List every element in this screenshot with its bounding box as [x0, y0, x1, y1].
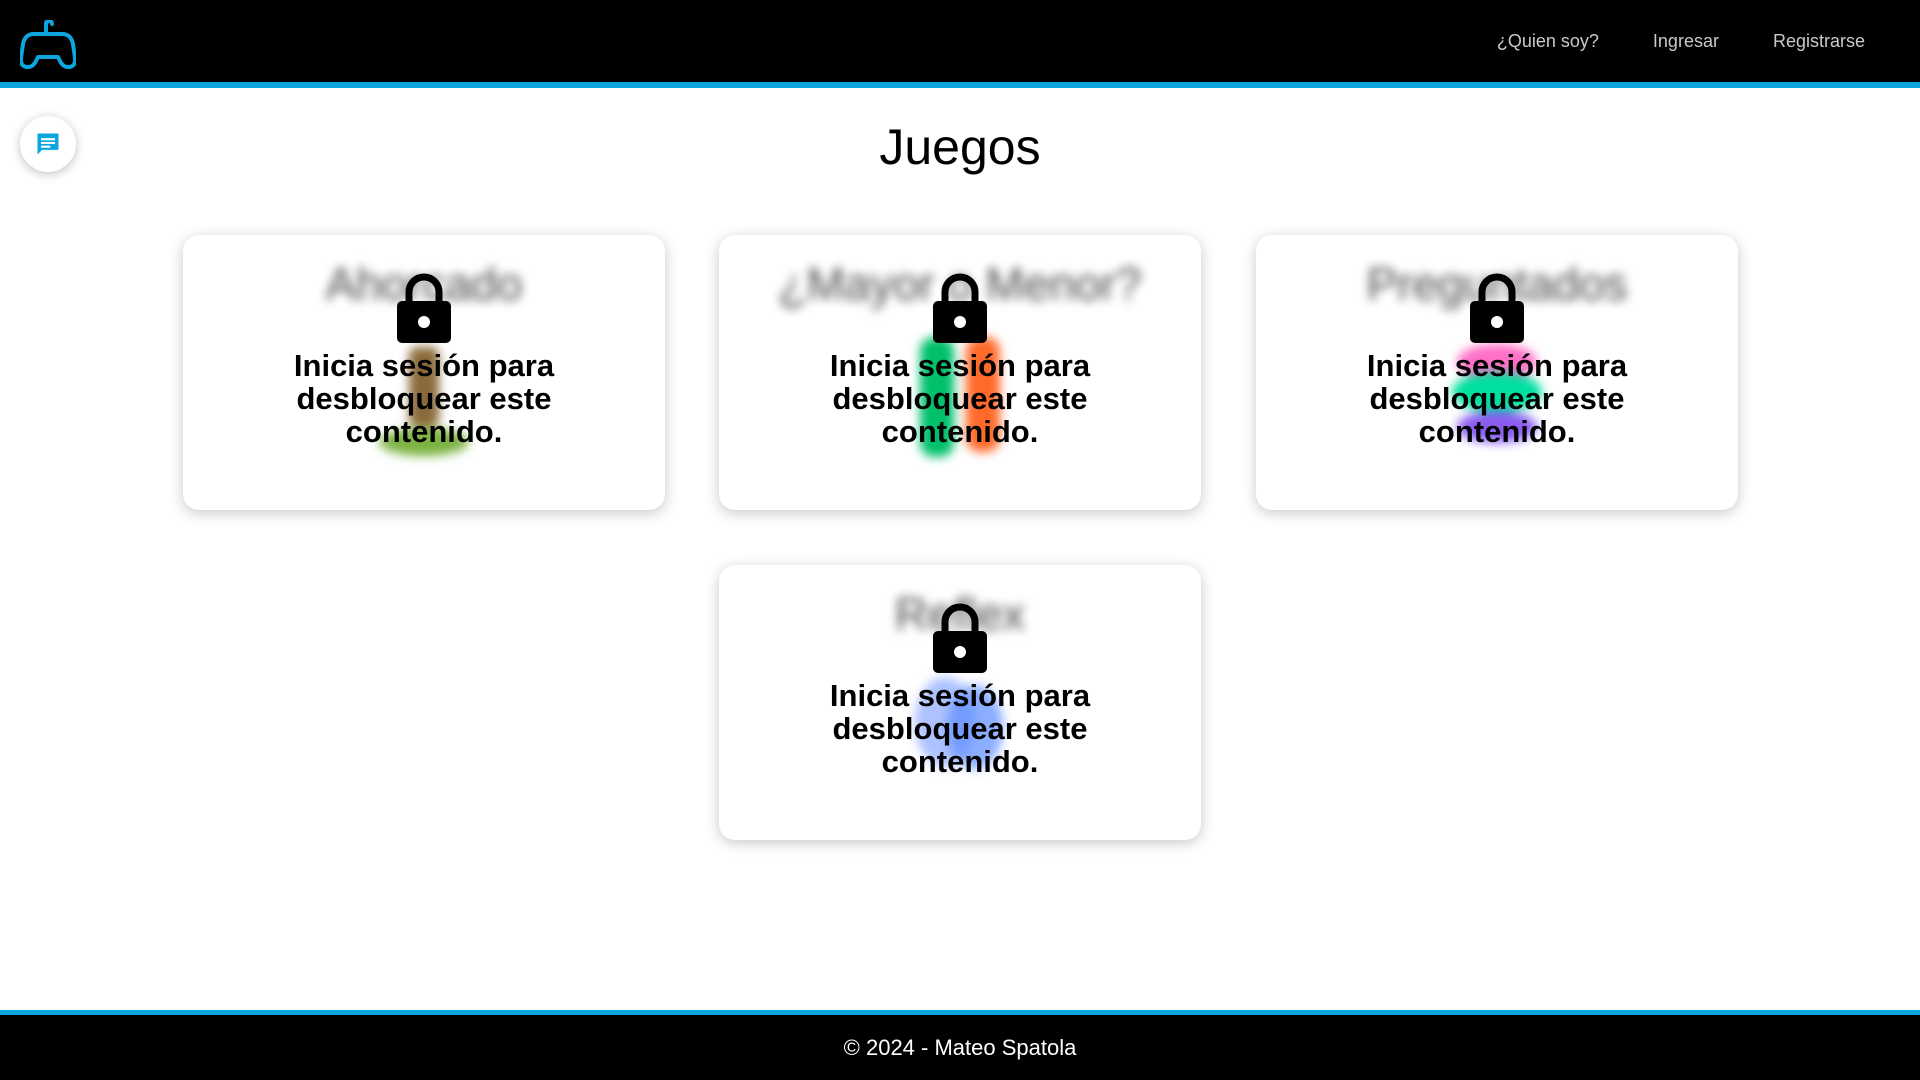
game-card-reflex[interactable]: Reflex Inicia sesión para desbloquear es… [719, 565, 1201, 840]
lock-icon [397, 273, 451, 343]
nav-link-quien-soy[interactable]: ¿Quien soy? [1497, 31, 1599, 52]
lock-message: Inicia sesión para desbloquear este cont… [829, 678, 1091, 779]
lock-message: Inicia sesión para desbloquear este cont… [1366, 348, 1628, 449]
lock-icon [933, 603, 987, 673]
game-card-mayor-menor[interactable]: ¿Mayor o Menor? Inicia sesión para desbl… [719, 235, 1201, 510]
nav-link-ingresar[interactable]: Ingresar [1653, 31, 1719, 52]
lock-icon [1470, 273, 1524, 343]
lock-overlay: Inicia sesión para desbloquear este cont… [1256, 271, 1738, 448]
lock-overlay: Inicia sesión para desbloquear este cont… [719, 271, 1201, 448]
top-navbar: ¿Quien soy? Ingresar Registrarse [0, 0, 1920, 88]
lock-message: Inicia sesión para desbloquear este cont… [829, 348, 1091, 449]
lock-message: Inicia sesión para desbloquear este cont… [293, 348, 555, 449]
nav-links: ¿Quien soy? Ingresar Registrarse [1497, 0, 1920, 82]
footer-copyright: © 2024 - Mateo Spatola [843, 1034, 1077, 1060]
footer: © 2024 - Mateo Spatola [0, 1010, 1920, 1080]
lock-overlay: Inicia sesión para desbloquear este cont… [183, 271, 665, 448]
lock-overlay: Inicia sesión para desbloquear este cont… [719, 601, 1201, 778]
gamepad-icon[interactable] [20, 20, 76, 70]
lock-icon [933, 273, 987, 343]
game-card-ahorcado[interactable]: Ahorcado Inicia sesión para desbloquear … [183, 235, 665, 510]
nav-link-registrarse[interactable]: Registrarse [1773, 31, 1865, 52]
page-title: Juegos [879, 119, 1041, 175]
game-card-preguntados[interactable]: Preguntados Inicia sesión para desbloque… [1256, 235, 1738, 510]
